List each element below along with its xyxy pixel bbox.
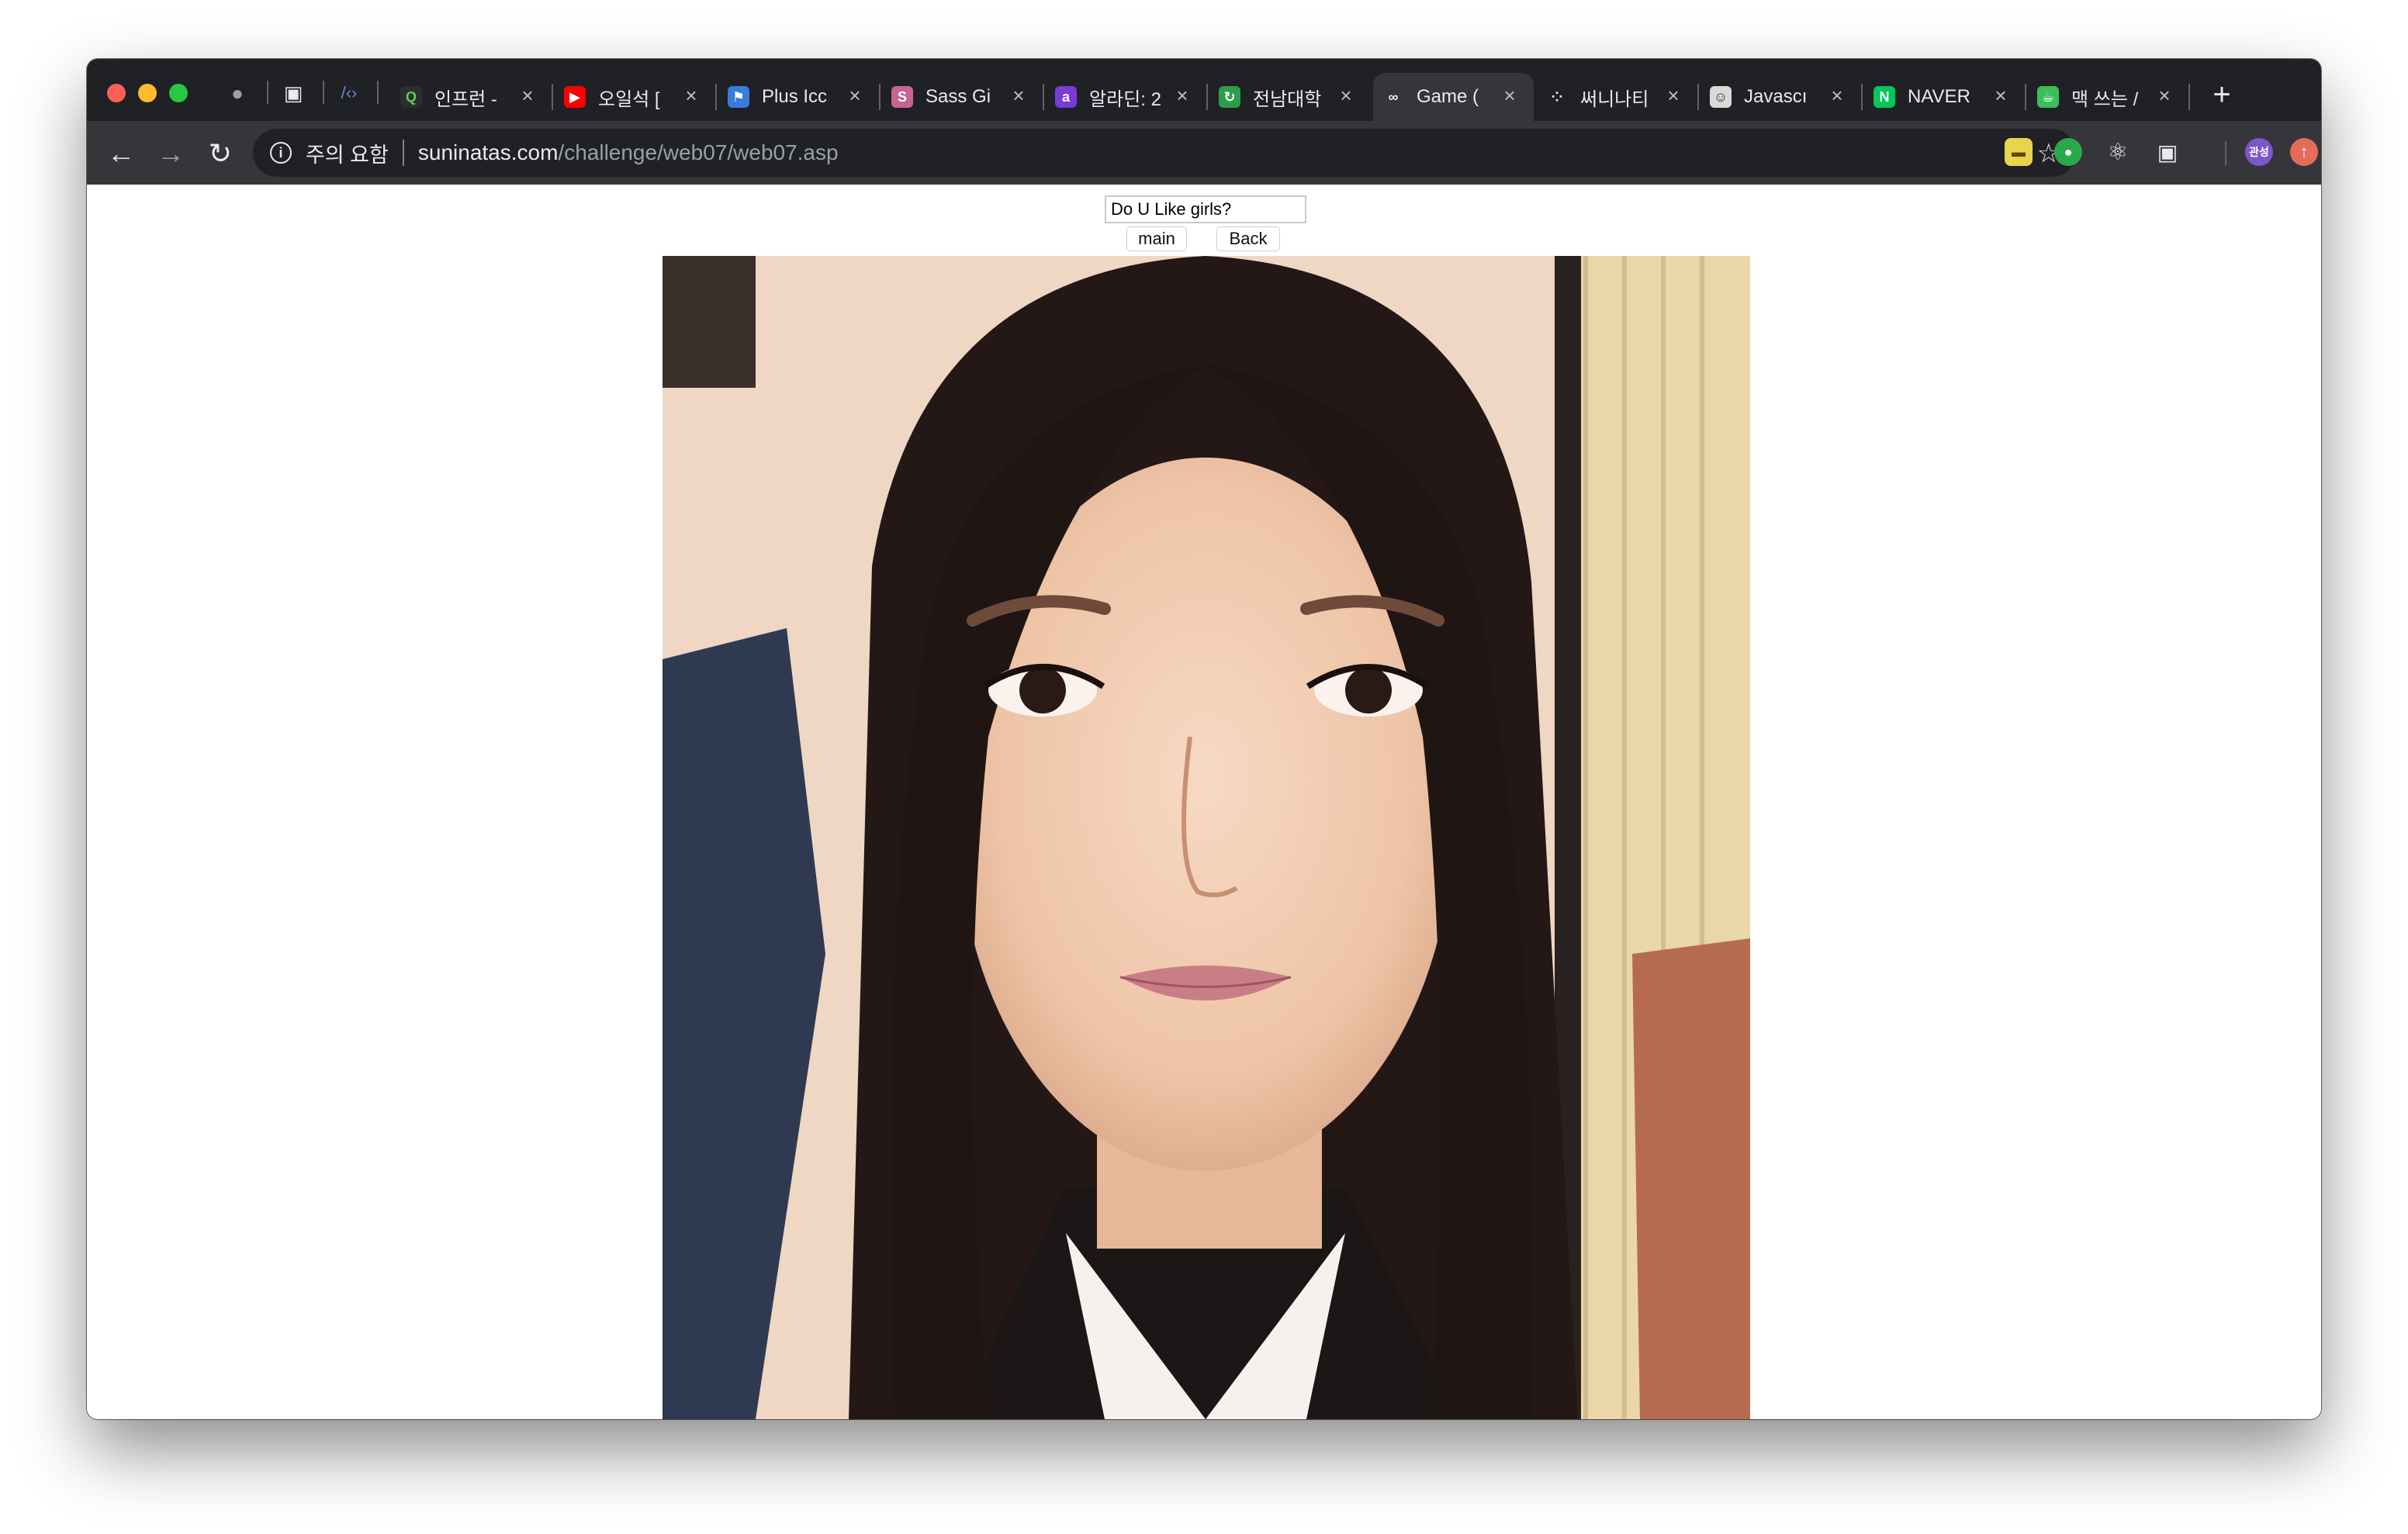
close-tab-icon[interactable]: × <box>516 84 539 107</box>
close-tab-icon[interactable]: × <box>1498 84 1521 107</box>
tab-divider <box>1043 84 1044 110</box>
tab-divider <box>552 84 553 110</box>
maximize-window-button[interactable] <box>169 84 188 102</box>
extension-note-icon[interactable]: ▬ <box>2005 138 2033 166</box>
tab-favicon-icon: ☕ <box>2037 86 2059 108</box>
extension-printer-icon[interactable]: ▣ <box>2154 138 2181 166</box>
update-arrow-icon[interactable]: ↑ <box>2290 138 2318 166</box>
browser-tab[interactable]: ☺ Javascı × <box>1700 73 1863 121</box>
tab-divider <box>715 84 717 110</box>
tab-title: Plus Icc <box>762 86 828 107</box>
plus-icon: + <box>2213 77 2231 112</box>
reload-icon: ↻ <box>208 137 233 169</box>
pinned-tab-github[interactable]: ● <box>223 79 251 107</box>
close-window-button[interactable] <box>107 84 126 102</box>
tab-divider <box>267 81 268 104</box>
browser-tab[interactable]: N NAVER × <box>1864 73 2026 121</box>
new-tab-button[interactable]: + <box>2205 78 2239 112</box>
tab-divider <box>377 81 379 104</box>
tab-divider <box>1697 84 1699 110</box>
tab-divider <box>2188 84 2190 110</box>
github-icon: ● <box>231 81 244 105</box>
arrow-left-icon: ← <box>107 137 135 169</box>
browser-tab[interactable]: S Sass Gi × <box>882 73 1044 121</box>
printer-icon: ▣ <box>283 81 303 105</box>
arrow-right-icon: → <box>157 137 185 169</box>
security-warning[interactable]: 주의 요함 <box>306 138 389 168</box>
tab-title: 오일석 [ <box>598 88 660 110</box>
answer-input[interactable] <box>1105 195 1306 223</box>
browser-tab[interactable]: ▶ 오일석 [ × <box>555 73 717 121</box>
browser-tab[interactable]: ☕ 맥 쓰는 / × <box>2028 73 2190 121</box>
browser-tab[interactable]: Q 인프런 - × <box>391 73 553 121</box>
tab-favicon-icon: ∞ <box>1382 86 1404 108</box>
tab-favicon-icon: S <box>891 86 913 108</box>
tab-divider <box>1206 84 1208 110</box>
pinned-tab-printer[interactable]: ▣ <box>279 79 307 107</box>
back-nav-button[interactable]: ← <box>102 135 140 172</box>
portrait-illustration <box>663 256 1750 1419</box>
tab-divider <box>2025 84 2026 110</box>
tab-favicon-icon: Q <box>400 86 422 108</box>
tab-title: 맥 쓰는 / <box>2071 88 2139 110</box>
toolbar-divider <box>2225 141 2226 166</box>
page-content: main Back <box>87 185 2321 1419</box>
back-button[interactable]: Back <box>1216 226 1280 251</box>
close-tab-icon[interactable]: × <box>680 84 703 107</box>
tab-title: Game ( <box>1417 86 1479 107</box>
browser-tab[interactable]: ⚑ Plus Icc × <box>718 73 881 121</box>
minimize-window-button[interactable] <box>138 84 157 102</box>
reload-button[interactable]: ↻ <box>202 135 239 172</box>
pinned-tab-code[interactable]: /‹› <box>335 79 363 107</box>
react-devtools-icon[interactable]: ⚛ <box>2104 138 2132 166</box>
tab-divider <box>323 81 324 104</box>
tab-favicon-icon: ⁘ <box>1546 86 1568 108</box>
tab-bar: ● ▣ /‹› Q 인프런 - × ▶ 오일석 [ × ⚑ Plus Icc × S Sass Gi… <box>87 59 2321 121</box>
tab-title: Javascı <box>1744 86 1808 107</box>
profile-avatar[interactable]: 관성 <box>2245 138 2273 166</box>
close-tab-icon[interactable]: × <box>1989 84 2012 107</box>
tab-title: 인프런 - <box>434 88 497 110</box>
tab-divider <box>1861 84 1863 110</box>
tab-title: 알라딘: 2 <box>1089 88 1161 110</box>
tab-title: NAVER <box>1908 86 1970 107</box>
url-path[interactable]: /challenge/web07/web07.asp <box>558 140 838 165</box>
forward-nav-button[interactable]: → <box>152 135 189 172</box>
url-host[interactable]: suninatas.com <box>418 140 559 165</box>
portrait-photo <box>663 256 1750 1419</box>
browser-tab[interactable]: ⁘ 써니나티 × <box>1537 73 1699 121</box>
browser-tab[interactable]: ∞ Game ( × <box>1373 73 1534 121</box>
tab-divider <box>879 84 881 110</box>
address-bar[interactable]: i 주의 요함 suninatas.com /challenge/web07/w… <box>253 129 2076 177</box>
tab-favicon-icon: ↻ <box>1219 86 1240 108</box>
tab-favicon-icon: ☺ <box>1710 86 1732 108</box>
tab-favicon-icon: ⚑ <box>728 86 749 108</box>
info-icon[interactable]: i <box>270 142 292 164</box>
tab-title: 전남대학 <box>1253 88 1322 110</box>
tab-favicon-icon: a <box>1055 86 1077 108</box>
omnibox-divider <box>402 140 404 166</box>
main-button[interactable]: main <box>1126 226 1187 251</box>
tab-favicon-icon: ▶ <box>564 86 586 108</box>
close-tab-icon[interactable]: × <box>1825 84 1849 107</box>
browser-tab[interactable]: ↻ 전남대학 × <box>1209 73 1370 121</box>
close-tab-icon[interactable]: × <box>843 84 867 107</box>
close-tab-icon[interactable]: × <box>1007 84 1030 107</box>
close-tab-icon[interactable]: × <box>1334 84 1358 107</box>
close-tab-icon[interactable]: × <box>1171 84 1194 107</box>
close-tab-icon[interactable]: × <box>1662 84 1685 107</box>
browser-tab[interactable]: a 알라딘: 2 × <box>1046 73 1208 121</box>
browser-toolbar: ← → ↻ i 주의 요함 suninatas.com /challenge/w… <box>87 121 2321 185</box>
tab-title: Sass Gi <box>925 86 991 107</box>
profile-initials: 관성 <box>2249 146 2269 158</box>
tab-favicon-icon: N <box>1873 86 1895 108</box>
close-tab-icon[interactable]: × <box>2153 84 2176 107</box>
extension-chat-icon[interactable]: ● <box>2054 138 2082 166</box>
browser-window: ● ▣ /‹› Q 인프런 - × ▶ 오일석 [ × ⚑ Plus Icc × S Sass Gi… <box>87 59 2321 1419</box>
code-brackets-icon: /‹› <box>341 83 358 102</box>
tab-title: 써니나티 <box>1580 88 1649 110</box>
